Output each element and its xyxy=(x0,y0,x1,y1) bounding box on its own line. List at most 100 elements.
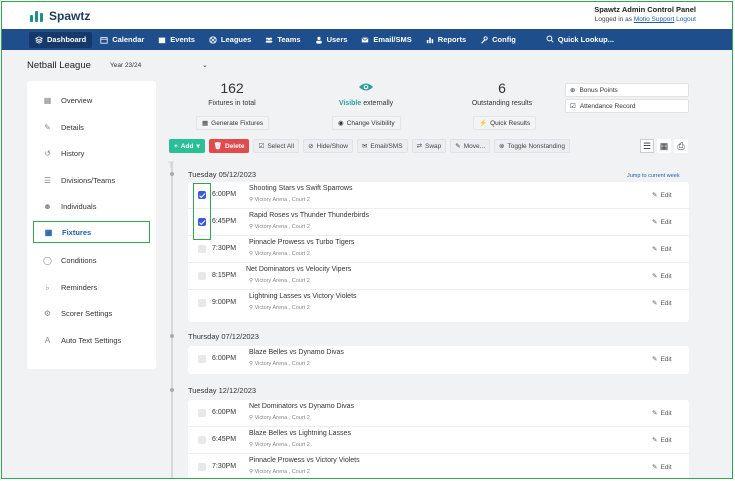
nav-email-sms[interactable]: Email/SMS xyxy=(355,32,417,48)
selection-highlight xyxy=(193,183,211,240)
sidebar-item-conditions[interactable]: ◯ Conditions xyxy=(33,249,150,271)
edit-button[interactable]: ✎ Edit xyxy=(652,299,672,308)
fixture-time: 8:15PM xyxy=(212,272,237,279)
calendar-icon: ▦ xyxy=(44,227,53,237)
sidebar-item-auto-text-settings[interactable]: A Auto Text Settings xyxy=(33,329,150,351)
fixture-row[interactable]: 9:00PM Lightning Lasses vs Victory Viole… xyxy=(188,290,689,317)
brand-logo[interactable]: Spawtz xyxy=(30,9,90,23)
bonus-points-label: Bonus Points xyxy=(579,86,618,94)
edit-button[interactable]: ✎ Edit xyxy=(652,436,672,445)
nav-label: Config xyxy=(492,35,516,44)
events-icon xyxy=(159,37,166,43)
row-checkbox[interactable] xyxy=(198,463,206,471)
row-checkbox[interactable] xyxy=(198,245,206,253)
logo-bars-icon xyxy=(30,10,43,22)
quick-results-button[interactable]: ⚡ Quick Results xyxy=(473,116,537,130)
edit-icon: ✎ xyxy=(652,246,658,253)
toggle-nonstanding-button[interactable]: ⊗ Toggle Nonstanding xyxy=(494,139,570,153)
nav-calendar[interactable]: Calendar xyxy=(94,32,150,48)
fixture-time: 6:00PM xyxy=(212,409,237,416)
sidebar-item-divisions-teams[interactable]: ☰ Divisions/Teams xyxy=(33,169,150,191)
fixture-match: Pinnacle Prowess vs Turbo Tigers xyxy=(249,239,355,246)
view-switcher: ☰ ▦ ⎙ xyxy=(640,139,688,153)
edit-button[interactable]: ✎ Edit xyxy=(652,355,672,364)
nav-config[interactable]: Config xyxy=(474,32,522,48)
chevron-down-icon[interactable]: ⌄ xyxy=(202,61,208,69)
swap-button[interactable]: ⇄ Swap xyxy=(411,139,447,153)
edit-button[interactable]: ✎ Edit xyxy=(652,218,672,227)
edit-button[interactable]: ✎ Edit xyxy=(652,463,672,472)
nav-dashboard[interactable]: Dashboard xyxy=(29,31,93,48)
fixture-row[interactable]: 7:30PM Pinnacle Prowess vs Turbo Tigers … xyxy=(188,236,689,263)
fixture-match: Net Dominators vs Velocity Vipers xyxy=(246,266,352,273)
nav-reports[interactable]: Reports xyxy=(420,32,472,48)
sidebar-item-details[interactable]: ✎ Details xyxy=(33,116,150,138)
table-view-icon[interactable]: ▦ xyxy=(657,139,671,153)
delete-button[interactable]: 🗑 Delete xyxy=(208,139,250,153)
visibility-status: Visible xyxy=(338,100,362,107)
hide-show-label: Hide/Show xyxy=(316,142,348,150)
edit-label: Edit xyxy=(660,409,672,417)
row-checkbox[interactable] xyxy=(198,436,206,444)
edit-button[interactable]: ✎ Edit xyxy=(652,272,672,281)
edit-icon: ✎ xyxy=(652,273,658,280)
fixture-row[interactable]: 6:00PM Net Dominators vs Dynamo Divas ⚲ … xyxy=(188,400,689,427)
sidebar-item-history[interactable]: ↺ History xyxy=(33,142,150,164)
fixture-row[interactable]: 6:00PM Shooting Stars vs Swift Sparrows … xyxy=(188,182,689,209)
pencil-icon: ✎ xyxy=(44,122,51,132)
fixture-match: Rapid Roses vs Thunder Thunderbirds xyxy=(249,212,369,219)
email-sms-label: Email/SMS xyxy=(370,142,403,150)
nav-events[interactable]: Events xyxy=(152,32,201,48)
season-select[interactable]: Year 23/24 xyxy=(110,62,141,69)
fixture-time: 6:45PM xyxy=(212,436,237,443)
fixture-row[interactable]: 7:30PM Pinnacle Prowess vs Victory Viole… xyxy=(188,454,689,478)
attendance-record-button[interactable]: ☑ Attendance Record xyxy=(565,99,689,113)
nav-users[interactable]: Users xyxy=(309,32,354,48)
nav-teams[interactable]: Teams xyxy=(259,32,306,48)
row-checkbox[interactable] xyxy=(198,272,206,280)
fixture-row[interactable]: 6:45PM Blaze Belles vs Lightning Lasses … xyxy=(188,427,689,454)
change-visibility-button[interactable]: ◉ Change Visibility xyxy=(332,116,401,130)
fixture-venue: ⚲ Victory Arena , Court 2 xyxy=(249,278,310,284)
plus-circle-icon: ⊕ xyxy=(570,87,576,94)
nav-label: Dashboard xyxy=(47,35,87,44)
logout-link[interactable]: Logout xyxy=(676,16,696,23)
bonus-points-button[interactable]: ⊕ Bonus Points xyxy=(565,83,689,97)
email-sms-button[interactable]: ✉ Email/SMS xyxy=(356,139,408,153)
fixture-row[interactable]: 6:00PM Blaze Belles vs Dynamo Divas ⚲ Vi… xyxy=(188,346,689,373)
row-checkbox[interactable] xyxy=(198,355,206,363)
edit-button[interactable]: ✎ Edit xyxy=(652,245,672,254)
select-all-button[interactable]: ☑ Select All xyxy=(253,139,300,153)
fixture-venue: ⚲ Victory Arena , Court 2 xyxy=(249,415,310,421)
nav-leagues[interactable]: Leagues xyxy=(203,32,257,48)
list-view-icon[interactable]: ☰ xyxy=(640,139,654,153)
fixture-row[interactable]: 8:15PM Net Dominators vs Velocity Vipers… xyxy=(188,263,689,290)
sidebar-item-fixtures[interactable]: ▦ Fixtures xyxy=(33,221,150,243)
move-label: Move... xyxy=(463,142,486,150)
hide-show-button[interactable]: ⊘ Hide/Show xyxy=(303,139,353,153)
fixture-group: 6:00PM Net Dominators vs Dynamo Divas ⚲ … xyxy=(188,400,689,478)
sidebar-item-label: Details xyxy=(61,122,84,132)
nav-label: Calendar xyxy=(112,35,145,44)
row-checkbox[interactable] xyxy=(198,299,206,307)
globe-icon: ◯ xyxy=(43,255,52,265)
jump-to-current-week-link[interactable]: Jump to current week xyxy=(627,173,680,179)
sidebar-item-individuals[interactable]: ☻ Individuals xyxy=(33,195,150,217)
edit-button[interactable]: ✎ Edit xyxy=(652,409,672,418)
user-link[interactable]: Motio Support xyxy=(634,16,674,23)
sidebar-item-overview[interactable]: ▦ Overview xyxy=(33,89,150,111)
fixture-row[interactable]: 6:45PM Rapid Roses vs Thunder Thunderbir… xyxy=(188,209,689,236)
sidebar: ▦ Overview ✎ Details ↺ History ☰ Divisio… xyxy=(27,81,156,369)
row-checkbox[interactable] xyxy=(198,409,206,417)
print-icon[interactable]: ⎙ xyxy=(674,139,688,153)
fixture-match: Blaze Belles vs Lightning Lasses xyxy=(249,430,351,437)
sidebar-item-scorer-settings[interactable]: ⚙ Scorer Settings xyxy=(33,302,150,324)
quick-lookup[interactable]: Quick Lookup... xyxy=(540,31,620,47)
teams-icon xyxy=(266,37,273,43)
edit-button[interactable]: ✎ Edit xyxy=(652,191,672,200)
generate-fixtures-button[interactable]: ▦ Generate Fixtures xyxy=(196,116,270,130)
sidebar-item-reminders[interactable]: ♭ Reminders xyxy=(33,276,150,298)
add-button[interactable]: + Add ▾ xyxy=(169,139,205,153)
nav-label: Events xyxy=(170,35,195,44)
move-button[interactable]: ✎ Move... xyxy=(450,139,491,153)
